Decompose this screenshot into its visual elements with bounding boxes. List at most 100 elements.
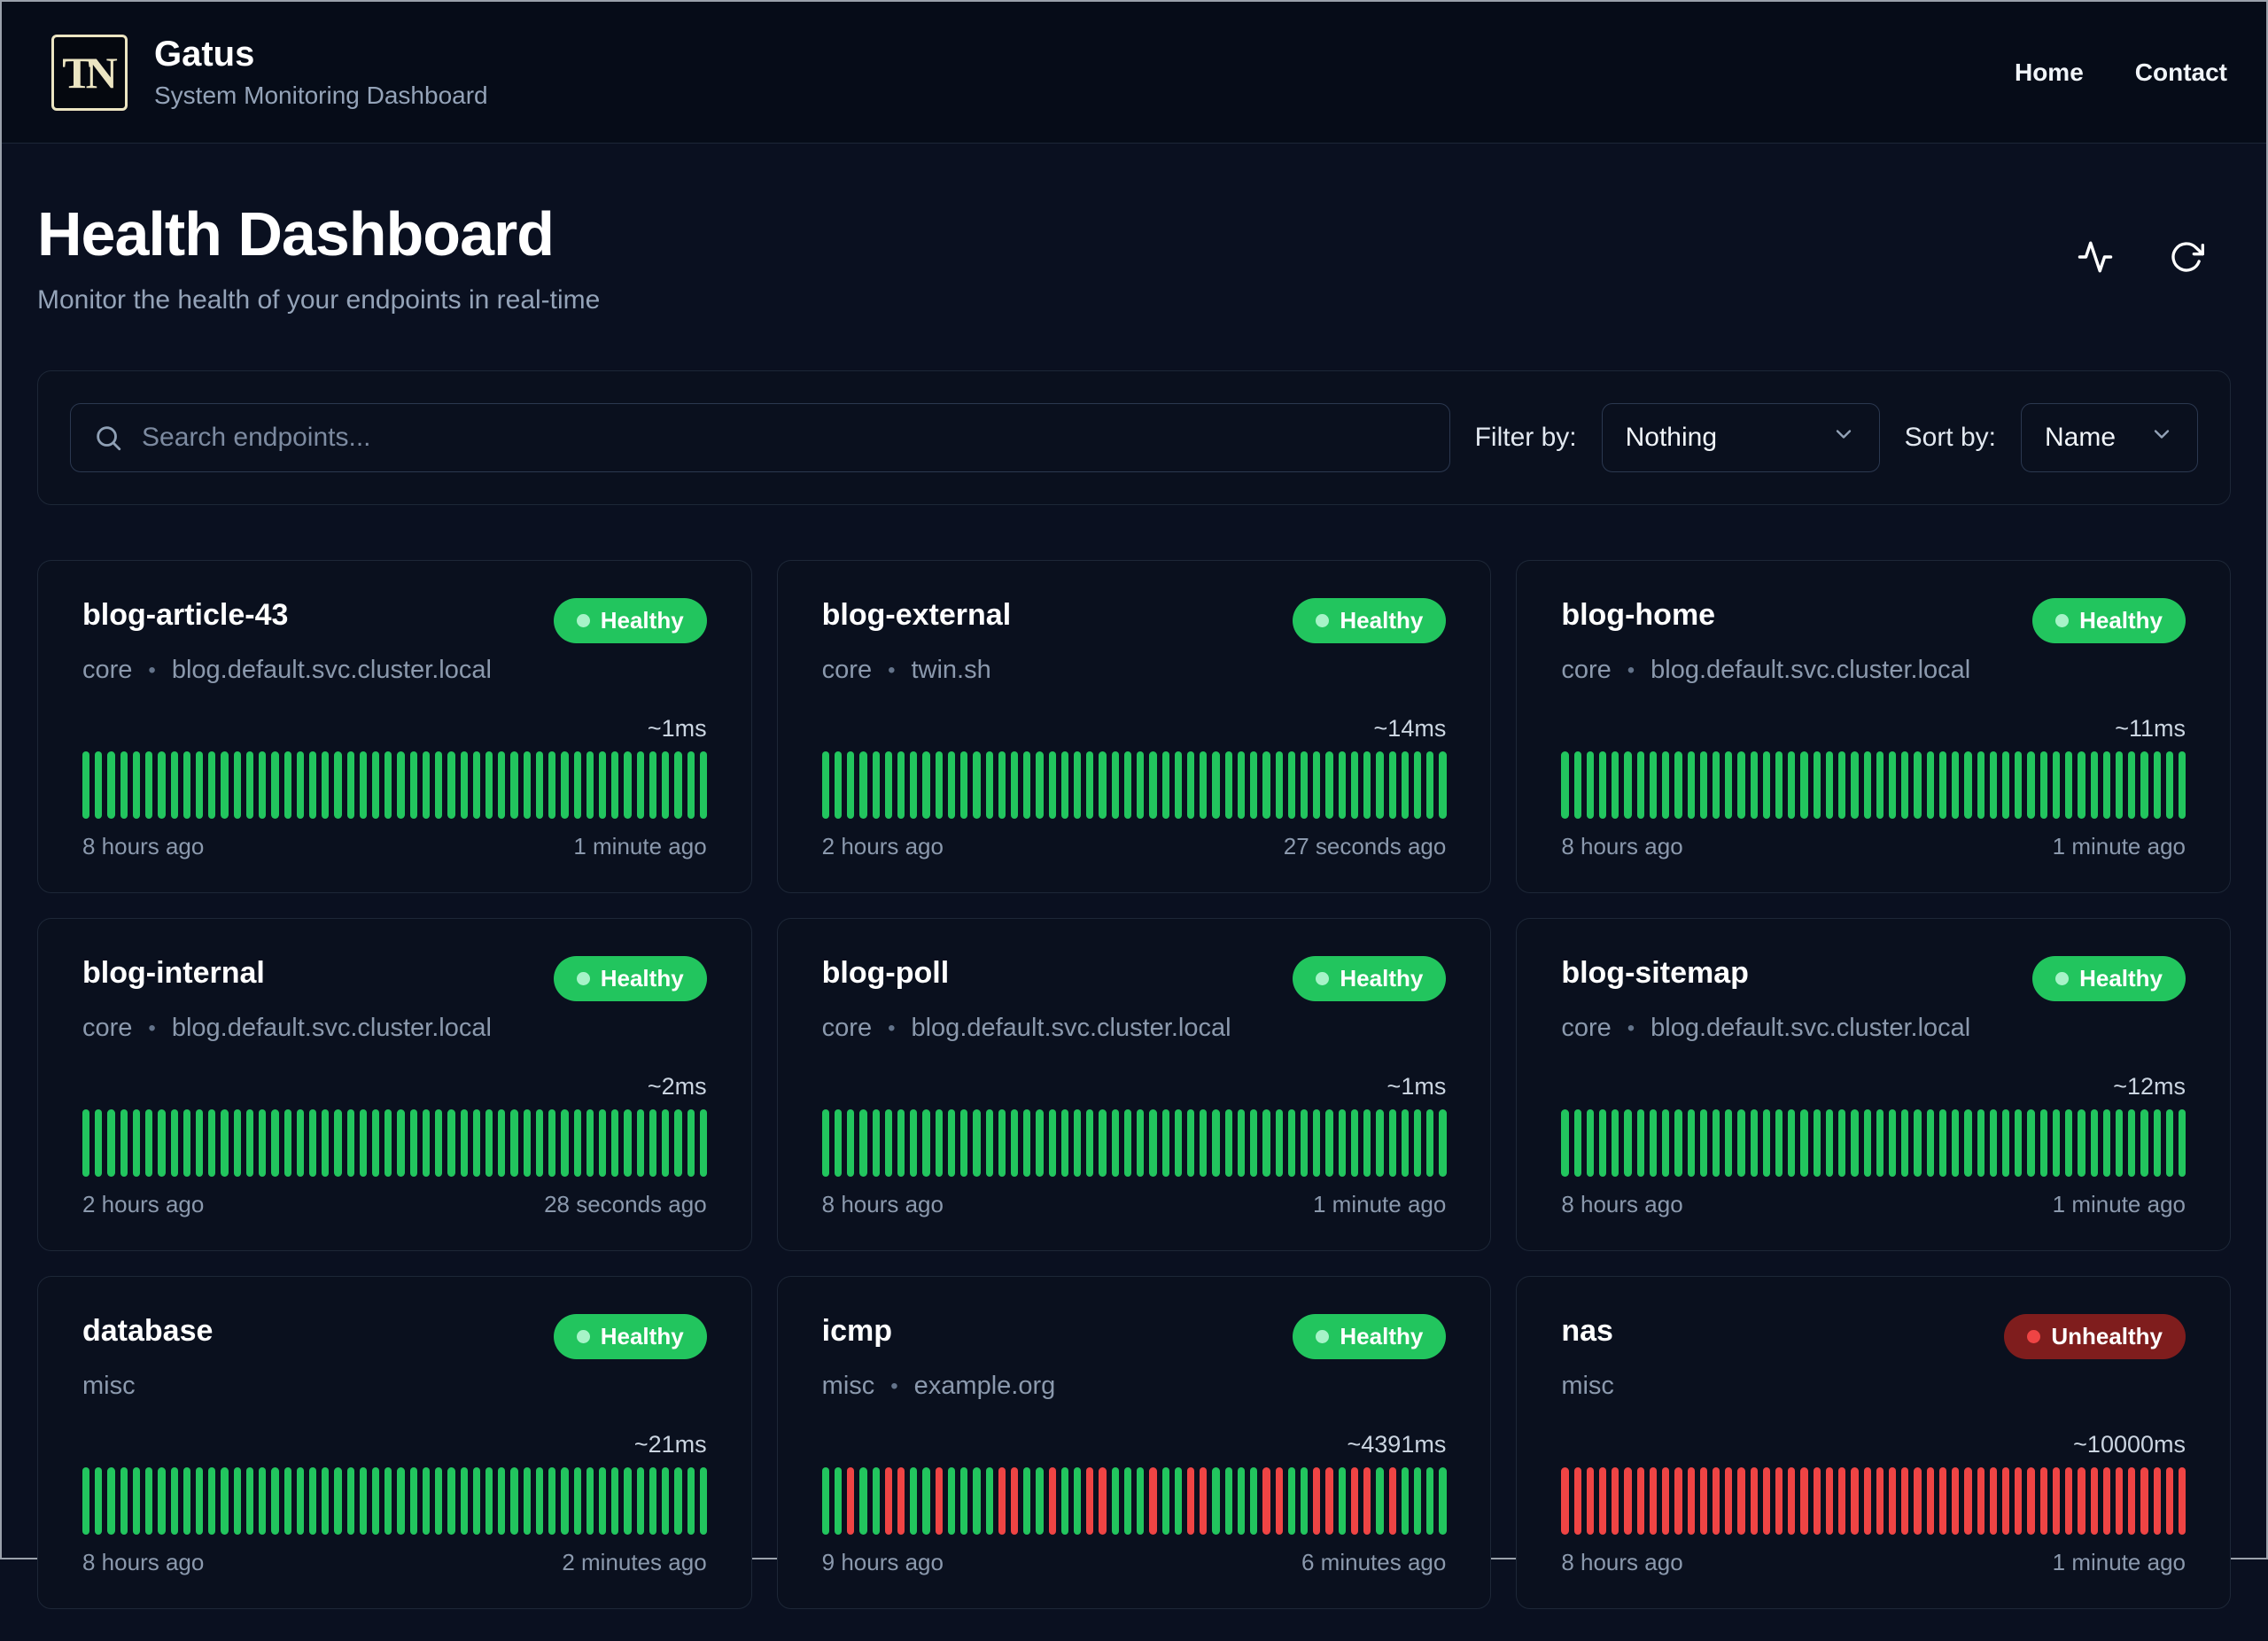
uptime-bar [2001,751,2010,819]
uptime-bar [1338,1109,1346,1177]
uptime-bar [145,1467,153,1535]
uptime-bar [922,1109,930,1177]
uptime-bar [1561,751,1569,819]
uptime-bar [699,751,707,819]
card-top: blog-internal Healthy [82,956,707,1001]
page-actions [2077,238,2231,276]
uptime-bar [95,751,103,819]
uptime-bar [1636,1109,1644,1177]
uptime-bar [2128,1109,2136,1177]
uptime-bar [259,1109,267,1177]
uptime-bar [397,1467,405,1535]
uptime-bar [435,1467,443,1535]
uptime-bar [1376,1109,1384,1177]
endpoint-card[interactable]: blog-internal Healthy core • blog.defaul… [37,918,752,1251]
uptime-bar [1426,1109,1434,1177]
uptime-bar [611,1109,619,1177]
uptime-bar [82,1109,90,1177]
uptime-bar [1851,751,1859,819]
uptime-bar [985,1109,993,1177]
uptime-bar [973,1467,981,1535]
uptime-bar [1914,751,1922,819]
endpoint-name: nas [1561,1314,1613,1348]
uptime-bar [1200,1109,1208,1177]
endpoint-meta: core • blog.default.svc.cluster.local [1561,1014,2186,1043]
status-label: Healthy [2079,607,2163,634]
uptime-bar [1313,1109,1321,1177]
uptime-bar [2102,1467,2110,1535]
uptime-bar [897,751,905,819]
uptime-bar [847,751,855,819]
uptime-bar [1573,1109,1581,1177]
uptime-bar [1350,1109,1359,1177]
uptime-bar [1938,751,1947,819]
uptime-bar [1624,1109,1632,1177]
uptime-bar [1010,751,1019,819]
refresh-icon[interactable] [2169,239,2204,275]
search-input[interactable] [70,403,1450,472]
endpoint-card[interactable]: blog-sitemap Healthy core • blog.default… [1516,918,2231,1251]
uptime-bar [1952,751,1960,819]
toolbar: Filter by: Nothing Sort by: Name [37,370,2231,505]
card-foot: 2 hours ago 28 seconds ago [82,1191,707,1218]
uptime-bar [158,751,166,819]
nav-link-contact[interactable]: Contact [2135,58,2227,87]
uptime-bar [409,1467,417,1535]
chevron-down-icon [1831,422,1856,454]
endpoint-name: database [82,1314,214,1348]
uptime-bar [170,751,178,819]
uptime-bar [687,751,695,819]
endpoint-name: blog-home [1561,598,1716,632]
uptime-bar [1048,1109,1056,1177]
endpoint-meta-separator: • [1627,657,1635,682]
uptime-bar [598,751,607,819]
nav-link-home[interactable]: Home [2015,58,2084,87]
endpoint-meta-separator: • [148,657,156,682]
sort-select[interactable]: Name [2021,403,2198,472]
uptime-bar [1313,751,1321,819]
time-end: 28 seconds ago [544,1191,707,1217]
uptime-bar [2153,1109,2161,1177]
endpoint-meta: core • blog.default.svc.cluster.local [82,1014,707,1043]
status-label: Healthy [1340,965,1424,992]
time-end: 1 minute ago [2052,1191,2186,1217]
activity-icon[interactable] [2077,238,2114,276]
uptime-bar [296,751,304,819]
uptime-bar [1426,1467,1434,1535]
endpoint-card[interactable]: blog-article-43 Healthy core • blog.defa… [37,560,752,893]
uptime-bar [322,751,330,819]
status-badge: Unhealthy [2004,1314,2186,1359]
endpoint-card[interactable]: blog-home Healthy core • blog.default.sv… [1516,560,2231,893]
filter-select[interactable]: Nothing [1601,403,1880,472]
uptime-bar [208,1467,216,1535]
endpoint-card[interactable]: blog-external Healthy core • twin.sh ~14… [776,560,1492,893]
latency-value: ~11ms [2115,715,2186,742]
uptime-bar [1149,751,1157,819]
endpoint-meta: core • blog.default.svc.cluster.local [1561,656,2186,685]
uptime-bar [485,1467,493,1535]
uptime-bar [2090,751,2098,819]
uptime-bar [2065,1109,2073,1177]
uptime-bar [1074,751,1082,819]
uptime-bar [1649,1467,1658,1535]
uptime-bar [1964,751,1972,819]
uptime-bar [245,751,254,819]
status-label: Healthy [2079,965,2163,992]
uptime-bar [1699,1467,1707,1535]
uptime-bar [1237,1109,1246,1177]
card-top: nas Unhealthy [1561,1314,2186,1359]
uptime-bar [271,1109,279,1177]
endpoint-card[interactable]: blog-poll Healthy core • blog.default.sv… [776,918,1492,1251]
uptime-bar [397,751,405,819]
uptime-bar [1838,1109,1846,1177]
endpoint-group: core [1561,656,1612,684]
status-badge: Healthy [1293,956,1447,1001]
uptime-bar [1977,1467,1984,1535]
uptime-bar [183,1109,190,1177]
uptime-bar [271,751,279,819]
uptime-bar [384,1467,392,1535]
uptime-bar [1674,751,1682,819]
uptime-bar [947,751,956,819]
uptime-bar [1099,751,1107,819]
uptime-bar [1712,1109,1720,1177]
